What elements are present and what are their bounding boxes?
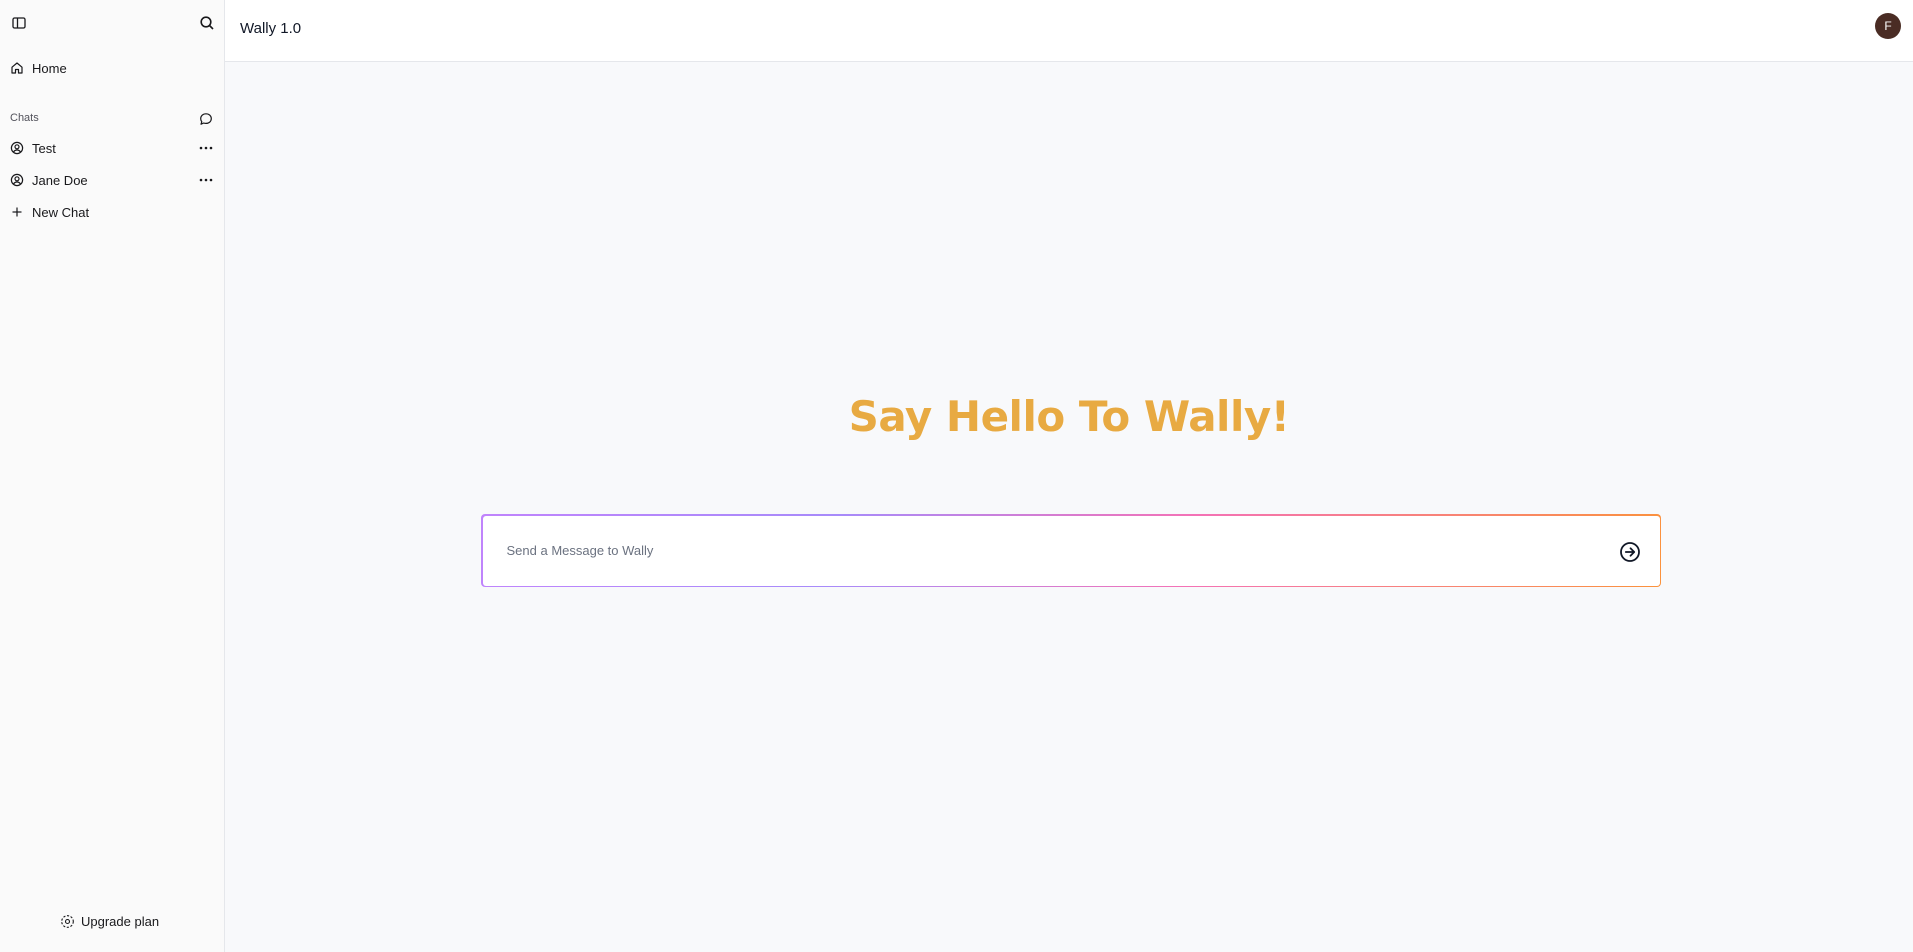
- sidebar-item-label: Home: [32, 60, 67, 76]
- chat-item[interactable]: Test: [0, 135, 225, 161]
- chats-section-title: Chats: [10, 112, 39, 124]
- plus-icon: [9, 204, 25, 220]
- send-arrow-icon[interactable]: [1618, 540, 1642, 564]
- chat-item[interactable]: Jane Doe: [0, 167, 225, 193]
- sidebar: Home Chats Test Jane Doe New Chat Upgrad…: [0, 0, 225, 952]
- sidebar-toggle-icon[interactable]: [8, 12, 30, 34]
- sidebar-item-home[interactable]: Home: [0, 55, 225, 81]
- user-circle-icon: [9, 172, 25, 188]
- upgrade-plan-button[interactable]: Upgrade plan: [60, 911, 159, 931]
- sidebar-header: [0, 0, 225, 46]
- search-icon[interactable]: [196, 12, 218, 34]
- message-input[interactable]: [482, 515, 1593, 586]
- new-chat-bubble-icon[interactable]: [195, 108, 217, 130]
- new-chat-label: New Chat: [32, 204, 90, 220]
- message-composer: [481, 514, 1661, 587]
- welcome-headline: Say Hello To Wally!: [848, 392, 1290, 441]
- chat-item-label: Test: [32, 140, 56, 156]
- app-root: Home Chats Test Jane Doe New Chat Upgrad…: [0, 0, 1913, 952]
- more-options-icon[interactable]: [197, 171, 215, 189]
- app-title: Wally 1.0: [240, 20, 302, 37]
- upgrade-icon: [60, 914, 75, 929]
- chat-item-label: Jane Doe: [32, 172, 88, 188]
- upgrade-plan-label: Upgrade plan: [81, 913, 160, 929]
- home-icon: [9, 60, 25, 76]
- user-circle-icon: [9, 140, 25, 156]
- avatar[interactable]: F: [1875, 13, 1901, 39]
- main-area: Wally 1.0 F Say Hello To Wally!: [225, 0, 1913, 952]
- more-options-icon[interactable]: [197, 139, 215, 157]
- new-chat-button[interactable]: New Chat: [0, 199, 225, 225]
- top-bar: Wally 1.0 F: [225, 0, 1913, 62]
- message-composer-inner: [482, 515, 1660, 586]
